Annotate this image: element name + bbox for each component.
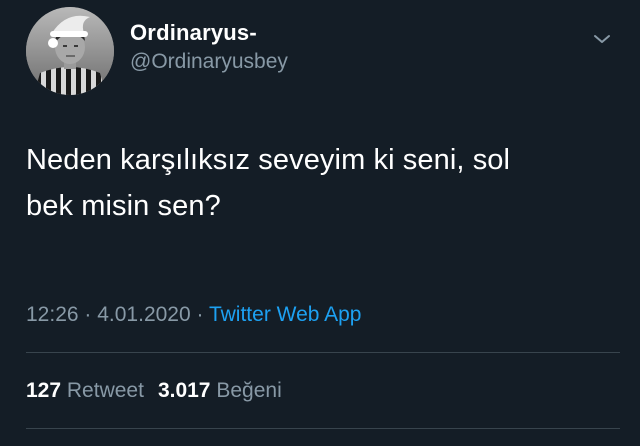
likes-label: Beğeni — [216, 379, 282, 402]
tweet-date[interactable]: 4.01.2020 — [97, 303, 190, 326]
tweet-time[interactable]: 12:26 — [26, 303, 79, 326]
tweet-text: Neden karşılıksız seveyim ki seni, sol b… — [26, 137, 616, 229]
user-handle[interactable]: @Ordinaryusbey — [130, 49, 288, 75]
tweet-text-line: Neden karşılıksız seveyim ki seni, sol — [26, 144, 511, 176]
user-info: Ordinaryus- @Ordinaryusbey — [130, 20, 288, 75]
divider — [26, 428, 620, 429]
meta-separator: · — [78, 303, 98, 326]
display-name[interactable]: Ordinaryus- — [130, 20, 288, 46]
tweet-meta: 12:26 · 4.01.2020 · Twitter Web App — [26, 300, 362, 330]
chevron-down-icon[interactable] — [590, 27, 614, 51]
tweet-header: Ordinaryus- @Ordinaryusbey — [26, 7, 620, 97]
divider — [26, 352, 620, 353]
retweets-label: Retweet — [66, 379, 144, 402]
likes-count: 3.017 — [157, 379, 211, 402]
meta-separator: · — [190, 303, 209, 326]
retweets-count: 127 — [26, 379, 62, 402]
tweet-card: Ordinaryus- @Ordinaryusbey Neden karşılı… — [0, 0, 640, 446]
retweets-stat[interactable]: 127 Retweet — [26, 379, 144, 402]
avatar-photo-icon — [26, 7, 114, 95]
likes-stat[interactable]: 3.017 Beğeni — [158, 379, 282, 402]
tweet-text-line: bek misin sen? — [26, 190, 221, 222]
avatar[interactable] — [26, 7, 114, 95]
tweet-source-link[interactable]: Twitter Web App — [209, 303, 362, 326]
tweet-stats: 127 Retweet 3.017 Beğeni — [26, 377, 282, 405]
